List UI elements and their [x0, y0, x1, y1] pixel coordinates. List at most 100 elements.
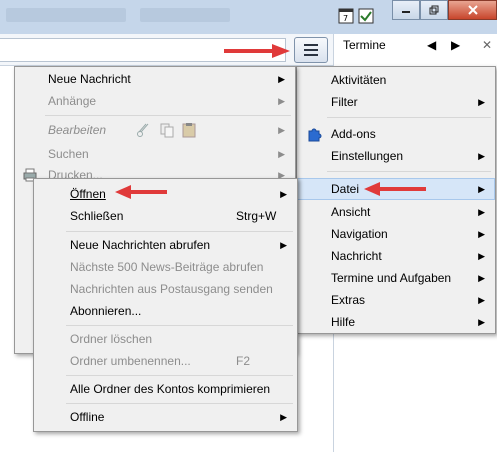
restore-button[interactable] — [420, 0, 448, 20]
hamburger-icon-bar — [304, 44, 318, 46]
menu-item-label: Öffnen — [70, 187, 106, 201]
menu-separator — [66, 375, 293, 376]
menu-item-filter[interactable]: Filter ▶ — [297, 91, 495, 113]
menu-item-ordner-loeschen[interactable]: Ordner löschen — [34, 328, 297, 350]
menu-item-navigation[interactable]: Navigation ▶ — [297, 223, 495, 245]
menu-item-bearbeiten[interactable]: Bearbeiten ▶ — [15, 119, 295, 141]
menu-item-label: Hilfe — [331, 315, 356, 329]
titlebar-blur — [6, 8, 126, 22]
calendar-icon[interactable]: 7 — [338, 5, 378, 25]
datei-submenu: Öffnen ▶ Schließen Strg+W Neue Nachricht… — [33, 178, 298, 432]
menu-item-label: Filter — [331, 95, 358, 109]
menu-separator — [327, 117, 491, 118]
menu-item-addons[interactable]: Add-ons — [297, 123, 495, 145]
submenu-arrow-icon: ▶ — [278, 73, 285, 84]
submenu-arrow-icon: ▶ — [478, 316, 485, 327]
menu-item-nachricht[interactable]: Nachricht ▶ — [297, 245, 495, 267]
menu-item-label: Anhänge — [48, 94, 97, 108]
close-icon — [467, 5, 478, 15]
app-menu: Aktivitäten Filter ▶ Add-ons Einstellung… — [296, 66, 496, 334]
puzzle-icon — [308, 128, 322, 142]
menu-item-ordner-komprimieren[interactable]: Alle Ordner des Kontos komprimieren — [34, 378, 297, 400]
menu-item-label: Termine und Aufgaben — [331, 271, 452, 285]
menu-item-neue-nachrichten-abrufen[interactable]: Neue Nachrichten abrufen ▶ — [34, 234, 297, 256]
menu-item-label: Alle Ordner des Kontos komprimieren — [70, 382, 271, 396]
scissors-icon — [137, 123, 149, 137]
submenu-arrow-icon: ▶ — [280, 188, 287, 199]
menu-item-label: Ordner löschen — [70, 332, 153, 346]
calendar-icons: 7 — [338, 5, 378, 25]
menu-item-label: Navigation — [331, 227, 388, 241]
window-controls — [392, 0, 497, 20]
submenu-arrow-icon: ▶ — [478, 250, 485, 261]
menu-item-label: Ordner umbenennen... — [70, 354, 191, 368]
edit-icons — [137, 123, 196, 138]
menu-item-ansicht[interactable]: Ansicht ▶ — [297, 201, 495, 223]
menu-item-shortcut: Strg+W — [236, 209, 277, 223]
menu-separator — [66, 231, 293, 232]
close-icon[interactable]: ✕ — [482, 38, 492, 52]
menu-item-label: Add-ons — [331, 127, 376, 141]
menu-item-label: Suchen — [48, 147, 89, 161]
menu-item-label: Neue Nachricht — [48, 72, 131, 86]
menu-item-offline[interactable]: Offline ▶ — [34, 406, 297, 428]
menu-item-label: Extras — [331, 293, 366, 307]
menu-item-label: Bearbeiten — [48, 123, 107, 137]
menu-separator — [327, 171, 491, 172]
next-icon[interactable]: ▶ — [451, 38, 460, 52]
menu-item-label: Nächste 500 News-Beiträge abrufen — [70, 260, 264, 274]
menu-item-hilfe[interactable]: Hilfe ▶ — [297, 311, 495, 333]
folder-pane-edge — [0, 66, 14, 452]
menu-item-suchen[interactable]: Suchen ▶ — [15, 143, 295, 165]
close-window-button[interactable] — [448, 0, 497, 20]
menu-item-einstellungen[interactable]: Einstellungen ▶ — [297, 145, 495, 167]
menu-item-label: Datei — [331, 182, 360, 196]
submenu-arrow-icon: ▶ — [478, 294, 485, 305]
menu-item-schliessen[interactable]: Schließen Strg+W — [34, 205, 297, 227]
minimize-icon — [402, 11, 410, 13]
titlebar-blur — [140, 8, 230, 22]
annotation-arrow — [115, 185, 167, 199]
menu-item-label: Nachricht — [331, 249, 382, 263]
menu-item-naechste-500[interactable]: Nächste 500 News-Beiträge abrufen — [34, 256, 297, 278]
submenu-arrow-icon: ▶ — [478, 96, 485, 107]
submenu-arrow-icon: ▶ — [478, 228, 485, 239]
hamburger-icon-bar — [304, 49, 318, 51]
menu-item-aktivitaeten[interactable]: Aktivitäten — [297, 69, 495, 91]
restore-icon — [429, 5, 439, 15]
menu-separator — [66, 403, 293, 404]
menu-item-ordner-umbenennen[interactable]: Ordner umbenennen... F2 — [34, 350, 297, 372]
menu-item-label: Schließen — [70, 209, 124, 223]
annotation-arrow — [224, 44, 290, 58]
menu-item-shortcut: F2 — [236, 354, 251, 368]
annotation-arrow — [364, 182, 426, 196]
menu-separator — [45, 115, 291, 116]
menu-item-extras[interactable]: Extras ▶ — [297, 289, 495, 311]
previous-icon[interactable]: ◀ — [427, 38, 436, 52]
submenu-arrow-icon: ▶ — [278, 148, 285, 159]
submenu-arrow-icon: ▶ — [278, 124, 285, 135]
submenu-arrow-icon: ▶ — [478, 206, 485, 217]
menu-item-postausgang-senden[interactable]: Nachrichten aus Postausgang senden — [34, 278, 297, 300]
menu-item-label: Abonnieren... — [70, 304, 142, 318]
menu-item-termine-und-aufgaben[interactable]: Termine und Aufgaben ▶ — [297, 267, 495, 289]
submenu-arrow-icon: ▶ — [280, 239, 287, 250]
submenu-arrow-icon: ▶ — [478, 272, 485, 283]
menu-item-label: Neue Nachrichten abrufen — [70, 238, 211, 252]
submenu-arrow-icon: ▶ — [478, 183, 485, 194]
submenu-arrow-icon: ▶ — [478, 150, 485, 161]
minimize-button[interactable] — [392, 0, 420, 20]
submenu-arrow-icon: ▶ — [280, 411, 287, 422]
menu-item-label: Ansicht — [331, 205, 371, 219]
submenu-arrow-icon: ▶ — [278, 95, 285, 106]
menu-item-neue-nachricht[interactable]: Neue Nachricht ▶ — [15, 68, 295, 90]
app-menu-button[interactable] — [294, 37, 328, 63]
today-pane-title: Termine — [343, 38, 386, 52]
menu-item-label: Offline — [70, 410, 105, 424]
menu-item-anhaenge[interactable]: Anhänge ▶ — [15, 90, 295, 112]
menu-item-label: Einstellungen — [331, 149, 404, 163]
menu-item-abonnieren[interactable]: Abonnieren... — [34, 300, 297, 322]
menu-separator — [66, 325, 293, 326]
menu-item-label: Nachrichten aus Postausgang senden — [70, 282, 273, 296]
svg-text:7: 7 — [343, 14, 348, 23]
